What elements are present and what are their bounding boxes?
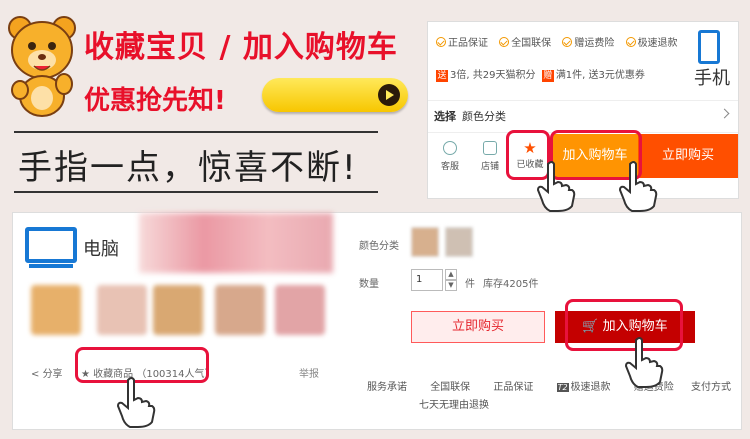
slogan-text: 手指一点，惊喜不断!	[18, 148, 358, 188]
color-label: 颜色分类	[359, 241, 399, 252]
hand-pointer-icon	[536, 161, 576, 212]
check-icon	[436, 37, 446, 47]
tool-service[interactable]: 客服	[432, 139, 468, 172]
promo-play-button[interactable]	[262, 78, 408, 112]
qty-label: 数量	[359, 279, 379, 290]
guarantee-list: 正品保证 全国联保 赠运费险 极速退款	[436, 34, 686, 49]
product-thumbnail[interactable]	[275, 285, 325, 335]
color-option[interactable]	[411, 227, 439, 257]
share-link[interactable]: < 分享	[31, 365, 63, 380]
headline-favorite-cart: 收藏宝贝 / 加入购物车	[84, 30, 398, 65]
qty-decrease-button[interactable]: ▼	[445, 280, 457, 291]
device-label: 手机	[694, 68, 730, 89]
guarantee-item: 极速退款	[625, 37, 678, 49]
hand-pointer-icon	[624, 337, 664, 388]
divider	[14, 191, 378, 193]
promo-row: 送 3倍, 共29天猫积分 赠满1件, 送3元优惠券	[436, 70, 645, 82]
divider	[14, 131, 378, 133]
product-banner	[139, 213, 333, 273]
buy-now-button[interactable]: 立即购买	[411, 311, 545, 343]
service-icon	[443, 141, 457, 155]
payment-link[interactable]: 支付方式	[691, 378, 731, 393]
quantity-input[interactable]: 1	[411, 269, 443, 291]
divider	[428, 100, 738, 101]
mobile-panel: 正品保证 全国联保 赠运费险 极速退款 送 3倍, 共29天猫积分 赠满1件, 送…	[427, 21, 739, 199]
check-icon	[562, 37, 573, 47]
store-icon	[483, 141, 497, 155]
select-row[interactable]: 选择 颜色分类	[434, 108, 506, 124]
promo-tag-icon: 赠	[541, 70, 554, 82]
product-thumbnail[interactable]	[215, 285, 265, 335]
monitor-stand	[29, 264, 73, 268]
guarantee-item: 全国联保	[499, 37, 551, 49]
tmall-badge-icon: T2	[556, 383, 569, 392]
color-option[interactable]	[445, 227, 473, 257]
product-thumbnail[interactable]	[97, 285, 147, 335]
monitor-icon	[25, 227, 77, 263]
device-label: 电脑	[83, 239, 119, 260]
stock-text: 库存4205件	[483, 279, 539, 290]
chevron-right-icon	[719, 108, 730, 119]
tool-store[interactable]: 店铺	[472, 139, 508, 172]
return-policy: 七天无理由退换	[419, 400, 489, 411]
check-icon	[625, 37, 636, 47]
play-icon	[378, 84, 400, 106]
report-link[interactable]: 举报	[299, 365, 319, 380]
hand-pointer-icon	[618, 161, 658, 212]
headline-discount: 优惠抢先知!	[84, 86, 226, 116]
hand-pointer-icon	[116, 377, 156, 428]
phone-icon	[698, 30, 720, 64]
guarantee-item: 赠运费险	[562, 37, 614, 49]
bear-mascot-icon	[8, 16, 76, 117]
qty-increase-button[interactable]: ▲	[445, 269, 457, 280]
guarantee-item: 正品保证	[436, 37, 488, 49]
qty-unit: 件	[465, 279, 475, 290]
check-icon	[499, 37, 510, 47]
product-thumbnail[interactable]	[31, 285, 81, 335]
promo-tag-icon: 送	[436, 70, 448, 82]
product-thumbnail[interactable]	[153, 285, 203, 335]
